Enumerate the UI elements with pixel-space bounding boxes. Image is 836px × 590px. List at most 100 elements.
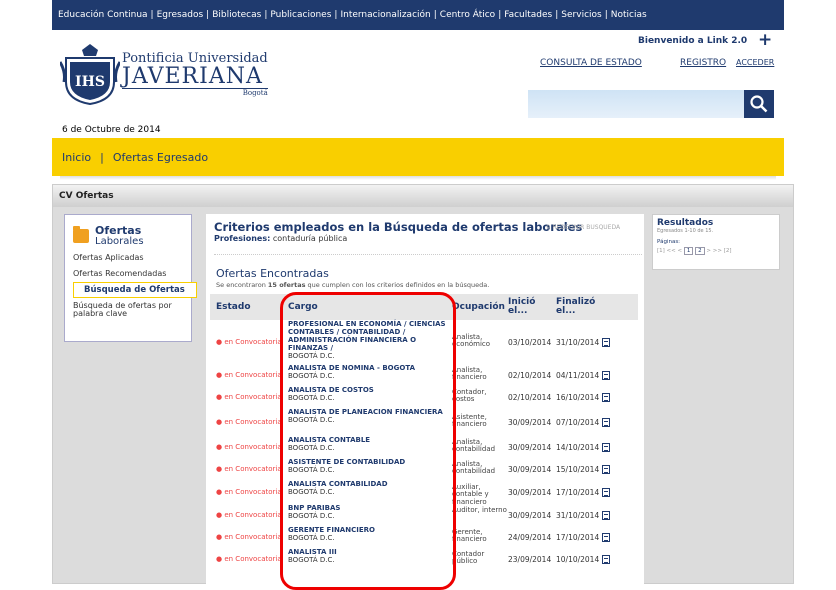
document-icon[interactable] [602,554,610,564]
top-nav-link[interactable]: Noticias [611,10,647,20]
fin-cell: 31/10/2014 [556,337,600,347]
fin-cell: 17/10/2014 [556,532,600,542]
top-nav-link[interactable]: Centro Ático [440,10,495,20]
table-row[interactable]: en ConvocatoriaPROFESIONAL EN ECONOMÍA /… [210,320,638,364]
document-icon[interactable] [602,337,610,347]
cargo-city: BOGOTÁ D.C. [288,444,335,452]
svg-text:IHS: IHS [75,74,105,90]
table-row[interactable]: en Convocatoria ANALISTA DE PLANEACION FI… [210,408,638,436]
acceder-link[interactable]: ACCEDER [736,58,774,67]
top-nav-link[interactable]: Egresados [157,10,204,20]
ofertas-table: Estado Cargo Ocupación Inició el... Fina… [210,294,638,570]
menu-item-recomendadas[interactable]: Ofertas Recomendadas [65,269,191,278]
table-row[interactable]: en ConvocatoriaANALISTA DE COSTOSBOGOTÁ … [210,386,638,408]
document-icon[interactable] [602,487,610,497]
cargo-title[interactable]: ANALISTA DE COSTOS [288,386,452,394]
cargo-title[interactable]: BNP PARIBAS [288,504,452,512]
menu-item-palabra-clave[interactable]: Búsqueda de ofertas por palabra clave [65,302,191,318]
top-nav-link[interactable]: Facultades [504,10,552,20]
crest-icon: IHS [60,44,120,106]
top-nav-separator: | [498,10,502,20]
cargo-title[interactable]: ANALISTA CONTABILIDAD [288,480,452,488]
breadcrumb-ofertas[interactable]: Ofertas Egresado [113,151,208,164]
ocupacion-cell: Asistente, financiero [452,412,487,428]
redefine-label: REDEFINIR BUSQUEDA [552,224,621,231]
table-row[interactable]: en ConvocatoriaBNP PARIBASBOGOTÁ D.C. Aud… [210,504,638,526]
top-nav-link[interactable]: Educación Continua [58,10,148,20]
document-icon[interactable] [602,370,610,380]
top-nav-separator: | [604,10,608,20]
table-row[interactable]: en ConvocatoriaANALISTA DE NOMINA - BOGO… [210,364,638,386]
main-panel: Criterios empleados en la Búsqueda de of… [206,214,644,584]
search-input[interactable] [528,90,744,118]
table-row[interactable]: en ConvocatoriaASISTENTE DE CONTABILIDAD… [210,458,638,480]
university-logo[interactable]: IHS Pontificia Universidad JAVERIANA Bog… [60,42,268,106]
menu-item-aplicadas[interactable]: Ofertas Aplicadas [65,253,191,262]
cargo-city: BOGOTÁ D.C. [288,394,335,402]
cargo-title[interactable]: GERENTE FINANCIERO [288,526,452,534]
cargo-title[interactable]: ASISTENTE DE CONTABILIDAD [288,458,452,466]
top-nav-separator: | [264,10,268,20]
welcome-text: Bienvenido a Link 2.0 [638,36,748,46]
current-date: 6 de Octubre de 2014 [62,125,161,135]
pagination-prev[interactable]: [1] << < [657,248,682,254]
document-icon[interactable] [602,417,610,427]
table-body: en Convocatoria PROFESIONAL EN ECONOMÍA /… [210,320,638,570]
breadcrumb-inicio[interactable]: Inicio [62,151,91,164]
logo-line-2: JAVERIANA [122,64,263,89]
table-header: Estado Cargo Ocupación Inició el... Fina… [210,294,638,320]
table-row[interactable]: en ConvocatoriaANALISTA CONTABLEBOGOTÁ D… [210,436,638,458]
inicio-cell: 23/09/2014 [508,554,552,564]
results-count: Egresados 1-10 de 15. [657,228,714,234]
cargo-title[interactable]: ANALISTA DE NOMINA - BOGOTA [288,364,452,372]
menu-item-busqueda[interactable]: Búsqueda de Ofertas [73,282,197,298]
redefine-search-link[interactable]: ⚲ REDEFINIR BUSQUEDA [546,224,620,231]
estado-status: en Convocatoria [216,443,290,451]
registro-link[interactable]: REGISTRO [680,58,726,68]
document-icon[interactable] [602,510,610,520]
inicio-cell: 30/09/2014 [508,510,552,520]
document-icon[interactable] [602,464,610,474]
table-row[interactable]: en ConvocatoriaGERENTE FINANCIEROBOGOTÁ … [210,526,638,548]
ocupacion-cell: Analista, económico [452,332,491,348]
top-nav-separator: | [334,10,338,20]
cargo-city: BOGOTÁ D.C. [288,372,335,380]
page-2[interactable]: 2 [695,247,705,255]
ocupacion-cell: Analista, contabilidad [452,437,496,453]
fin-cell: 04/11/2014 [556,370,600,380]
document-icon[interactable] [602,532,610,542]
top-nav-link[interactable]: Servicios [561,10,601,20]
ocupacion-cell: Auditor, interno [452,505,507,514]
table-row[interactable]: en ConvocatoriaANALISTA IIIBOGOTÁ D.C. Co… [210,548,638,570]
ofertas-left-menu: Ofertas Laborales Ofertas Aplicadas Ofer… [64,214,197,342]
estado-status: en Convocatoria [216,533,290,541]
document-icon[interactable] [602,442,610,452]
page-1[interactable]: 1 [683,247,694,255]
cargo-title[interactable]: ANALISTA III [288,548,452,556]
top-nav-link[interactable]: Internacionalización [340,10,430,20]
top-nav-link[interactable]: Bibliotecas [212,10,261,20]
consulta-estado-link[interactable]: CONSULTA DE ESTADO [540,58,642,68]
menu-subtitle: Laborales [95,236,144,247]
table-row[interactable]: en ConvocatoriaANALISTA CONTABILIDADBOGO… [210,480,638,505]
search-icon [750,95,768,113]
breadcrumb: Inicio | Ofertas Egresado [52,138,784,176]
cargo-city: BOGOTÁ D.C. [288,512,335,520]
top-nav-link[interactable]: Publicaciones [270,10,331,20]
expand-plus-icon[interactable]: + [758,30,772,50]
cargo-city: BOGOTÁ D.C. [288,556,335,564]
profesiones-value: contaduría pública [272,234,348,243]
search-button[interactable] [744,90,774,118]
cargo-title[interactable]: PROFESIONAL EN ECONOMÍA / CIENCIAS CONTA… [288,320,452,352]
top-nav-separator: | [150,10,154,20]
fin-cell: 07/10/2014 [556,417,600,427]
logo-line-3: Bogotá [122,88,268,97]
cargo-city: BOGOTÁ D.C. [288,416,335,424]
col-ocupacion: Ocupación [452,302,505,312]
document-icon[interactable] [602,392,610,402]
cargo-title[interactable]: ANALISTA CONTABLE [288,436,452,444]
pagination-next[interactable]: > >> [2] [706,248,731,254]
ofertas-encontradas-title: Ofertas Encontradas [216,267,329,280]
ocupacion-cell: Gerente, financiero [452,527,487,543]
cargo-title[interactable]: ANALISTA DE PLANEACION FINANCIERA [288,408,452,416]
